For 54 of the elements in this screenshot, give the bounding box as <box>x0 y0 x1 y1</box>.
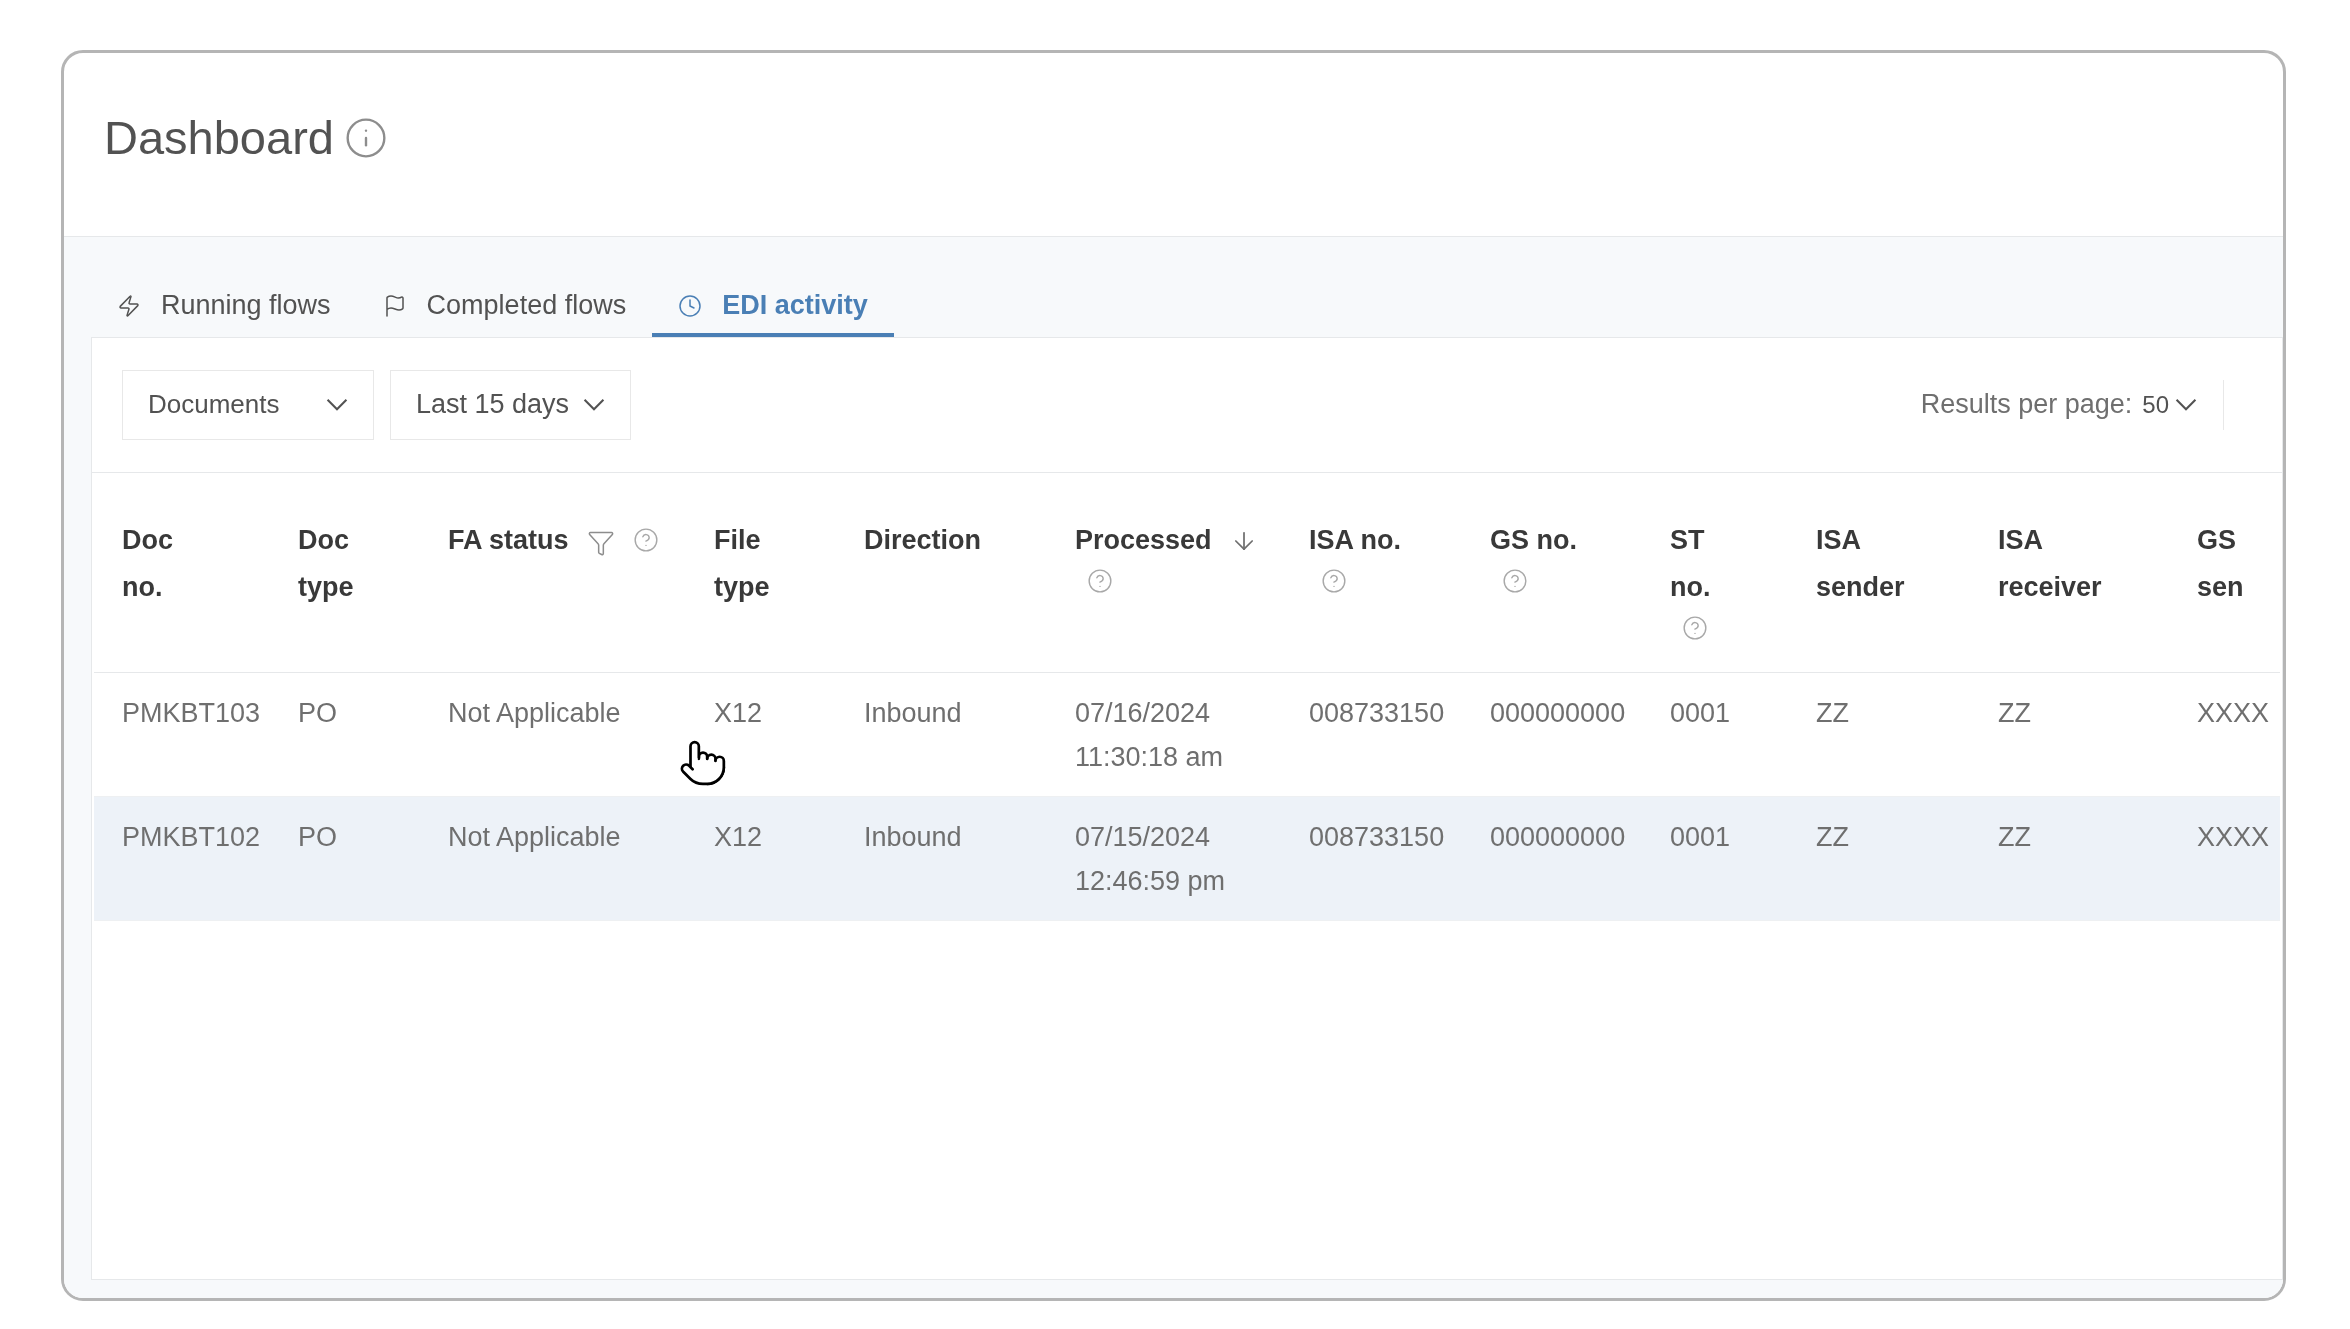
help-icon[interactable] <box>632 526 659 553</box>
dropdown[interactable]: Documents <box>122 369 374 440</box>
page-title: Dashboard <box>104 110 334 166</box>
chevron-down-icon <box>583 398 606 411</box>
column-header: Direction <box>864 523 982 557</box>
table-cell-text: X12 <box>714 820 763 854</box>
table-cell-text: PMKBT102 <box>122 820 261 854</box>
help-icon[interactable] <box>1087 567 1113 594</box>
help-icon[interactable] <box>1321 567 1347 594</box>
table-cell-text: X12 <box>714 696 763 730</box>
tab[interactable]: Completed flows <box>356 278 653 337</box>
table-cell-text: Inbound <box>864 696 962 730</box>
clock-icon <box>678 293 703 318</box>
table-cell-text: XXXX <box>2197 696 2270 730</box>
table-cell-text: 000000000 <box>1490 696 1626 730</box>
help-icon[interactable] <box>1682 614 1708 641</box>
column-header: ISA receiver <box>1998 523 2102 604</box>
tab[interactable]: Running flows <box>91 278 357 337</box>
table-cell-text: 008733150 <box>1309 820 1445 854</box>
chevron-down-icon <box>2175 398 2197 411</box>
column-header: ST no. <box>1670 523 1711 604</box>
column-header: Doc no. <box>122 523 173 604</box>
table-cell-text: PMKBT103 <box>122 696 261 730</box>
column-header: GS no. <box>1490 523 1577 557</box>
results-per-page-label: Results per page: <box>1920 388 2133 422</box>
table-cell-text: XXXX <box>2197 820 2270 854</box>
table-cell-text: 0001 <box>1670 696 1731 730</box>
column-header: GS sen <box>2197 523 2244 604</box>
column-header: FA status <box>448 523 569 557</box>
table-cell-text: ZZ <box>1998 820 2031 854</box>
chevron-down-icon <box>326 398 348 411</box>
table-cell-text: ZZ <box>1816 696 1849 730</box>
help-icon[interactable] <box>1502 567 1528 594</box>
table-cell-text: Inbound <box>864 820 962 854</box>
table-cell-text: 000000000 <box>1490 820 1626 854</box>
table-cell-text: 07/16/2024 11:30:18 am <box>1075 696 1225 774</box>
table-cell-text: ZZ <box>1816 820 1849 854</box>
column-header: Doc type <box>298 523 354 604</box>
bolt-icon <box>117 293 141 318</box>
table-cell-text: ZZ <box>1998 696 2031 730</box>
table-cell-text: Not Applicable <box>448 696 621 730</box>
table-row[interactable]: PMKBT102 PO Not Applicable X12 Inbound 07/15/2024 12:46:59 pm 008733150 000000000 0001 ZZ ZZ XXXX <box>94 796 2280 921</box>
results-per-page-select[interactable]: 50 <box>2142 379 2224 430</box>
table-cell-text: 008733150 <box>1309 696 1445 730</box>
table-cell-text: 07/15/2024 12:46:59 pm <box>1075 820 1227 898</box>
table-cell-text: PO <box>298 820 337 854</box>
table-cell-text: 0001 <box>1670 820 1731 854</box>
column-header: Processed <box>1075 523 1212 557</box>
column-header: File type <box>714 523 770 604</box>
table-cell-text: Not Applicable <box>448 820 621 854</box>
column-header: ISA sender <box>1816 523 1905 604</box>
table-cell-text: PO <box>298 696 337 730</box>
column-header: ISA no. <box>1309 523 1401 557</box>
dropdown[interactable]: Last 15 days <box>390 369 632 440</box>
